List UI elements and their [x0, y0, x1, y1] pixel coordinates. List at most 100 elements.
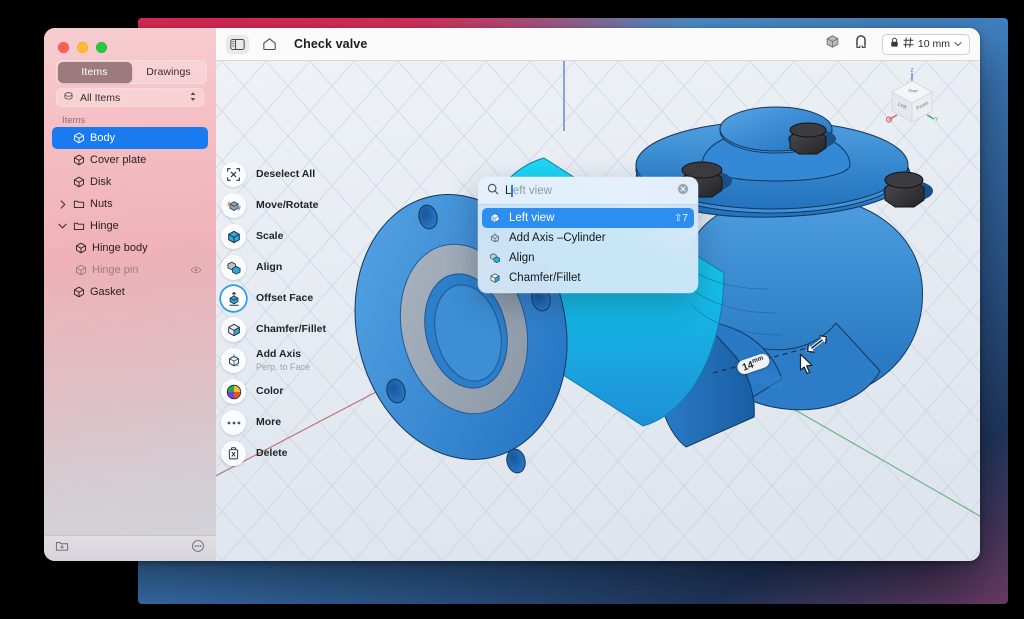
command-search-field[interactable]: Left view [478, 177, 698, 205]
tree-item-label: Cover plate [90, 154, 146, 166]
folder-icon [72, 220, 85, 233]
new-folder-icon[interactable] [55, 539, 69, 558]
all-items-label: All Items [80, 92, 183, 104]
command-result-add-axis-cylinder[interactable]: Add Axis –Cylinder [482, 228, 694, 248]
command-shortcut: ⇧7 [674, 213, 688, 224]
visibility-hidden-icon[interactable] [190, 264, 202, 276]
tool-label: Scale [256, 230, 283, 242]
deselect-all-icon [221, 162, 246, 187]
sidebar-tabs: Items Drawings [56, 60, 207, 84]
home-icon[interactable] [258, 35, 281, 54]
tree-item-hinge-body[interactable]: Hinge body [52, 237, 208, 259]
toolbar-right-group: 10 mm [825, 34, 970, 55]
tool-delete[interactable]: Delete [221, 438, 353, 469]
sidebar-toggle-icon[interactable] [226, 35, 249, 54]
twisty-expanded-icon[interactable] [58, 222, 67, 231]
tool-add-axis[interactable]: Add Axis Perp. to Face [221, 345, 353, 376]
tool-label: Deselect All [256, 168, 315, 180]
items-filter-icon [63, 91, 74, 105]
twisty-placeholder [58, 156, 67, 165]
tool-label-main: Add Axis [256, 348, 301, 360]
render-icon[interactable] [825, 34, 840, 54]
twisty-placeholder [58, 178, 67, 187]
tool-deselect-all[interactable]: Deselect All [221, 159, 353, 190]
tool-label: Add Axis Perp. to Face [256, 348, 310, 372]
magnet-icon[interactable] [854, 34, 868, 55]
axis-label-y: Y [935, 117, 939, 123]
close-button[interactable] [58, 42, 69, 53]
tree-item-cover-plate[interactable]: Cover plate [52, 149, 208, 171]
window-traffic-lights [58, 42, 107, 53]
tool-label: Chamfer/Fillet [256, 323, 326, 335]
align-icon [488, 252, 501, 265]
tree-item-label: Hinge pin [92, 264, 138, 276]
tool-label: Color [256, 385, 283, 397]
color-wheel-icon [221, 379, 246, 404]
tree-item-label: Hinge [90, 220, 119, 232]
move-rotate-icon [221, 193, 246, 218]
tool-offset-face[interactable]: Offset Face [221, 283, 353, 314]
command-result-label: Add Axis –Cylinder [509, 232, 606, 244]
3d-viewport[interactable]: Deselect All Move/Rotate Scale [216, 61, 980, 561]
tool-chamfer-fillet[interactable]: Chamfer/Fillet [221, 314, 353, 345]
app-toolbar: Check valve 10 [216, 28, 980, 61]
minimize-button[interactable] [77, 42, 88, 53]
scale-icon [221, 224, 246, 249]
tool-rail: Deselect All Move/Rotate Scale [221, 159, 353, 469]
cube-label-top: Top [906, 89, 918, 93]
add-axis-icon [221, 348, 246, 373]
tool-move-rotate[interactable]: Move/Rotate [221, 190, 353, 221]
command-palette[interactable]: Left view Left view ⇧7 [478, 177, 698, 293]
cube-icon [72, 132, 85, 145]
tool-more[interactable]: More [221, 407, 353, 438]
tool-scale[interactable]: Scale [221, 221, 353, 252]
tree-item-hinge[interactable]: Hinge [52, 215, 208, 237]
tool-color[interactable]: Color [221, 376, 353, 407]
tab-drawings[interactable]: Drawings [132, 62, 206, 83]
tree-item-nuts[interactable]: Nuts [52, 193, 208, 215]
items-tree: Body Cover plate Disk [52, 127, 208, 303]
clear-icon[interactable] [677, 182, 689, 200]
lock-icon [890, 37, 899, 51]
tab-items[interactable]: Items [58, 62, 132, 83]
all-items-filter[interactable]: All Items [56, 88, 204, 107]
unit-value: 10 mm [918, 38, 950, 50]
view-cube[interactable]: Z X Y Top Left Front [878, 67, 946, 135]
tree-item-body[interactable]: Body [52, 127, 208, 149]
tool-align[interactable]: Align [221, 252, 353, 283]
page-title: Check valve [294, 37, 367, 51]
sidebar-footer [44, 535, 216, 561]
unit-selector[interactable]: 10 mm [882, 34, 970, 55]
maximize-button[interactable] [96, 42, 107, 53]
tree-item-label: Body [90, 132, 115, 144]
tool-label: More [256, 416, 281, 428]
command-result-label: Left view [509, 212, 554, 224]
command-search-text: Left view [505, 185, 671, 197]
tree-item-hinge-pin[interactable]: Hinge pin [52, 259, 208, 281]
add-axis-cyl-icon [488, 232, 501, 245]
twisty-placeholder [58, 134, 67, 143]
offset-face-icon [221, 286, 246, 311]
tool-label: Move/Rotate [256, 199, 318, 211]
cube-icon [72, 176, 85, 189]
search-ghost-text: eft view [513, 185, 552, 197]
more-options-icon[interactable] [191, 539, 205, 558]
command-result-align[interactable]: Align [482, 248, 694, 268]
app-window: Items Drawings All Items Items [44, 28, 980, 561]
tree-item-label: Gasket [90, 286, 125, 298]
tree-item-disk[interactable]: Disk [52, 171, 208, 193]
chevron-down-icon [954, 38, 962, 50]
command-results-list: Left view ⇧7 Add Axis –Cylinder [478, 205, 698, 293]
tree-item-label: Nuts [90, 198, 113, 210]
dimension-unit: mm [751, 355, 764, 365]
cube-icon [72, 154, 85, 167]
command-result-chamfer-fillet[interactable]: Chamfer/Fillet [482, 268, 694, 288]
twisty-collapsed-icon[interactable] [58, 200, 67, 209]
tree-item-gasket[interactable]: Gasket [52, 281, 208, 303]
tool-label: Align [256, 261, 282, 273]
pointer-cursor [799, 353, 815, 375]
tree-section-header: Items [62, 115, 85, 126]
chamfer-fillet-icon [221, 317, 246, 342]
command-result-left-view[interactable]: Left view ⇧7 [482, 208, 694, 228]
main-area: Check valve 10 [216, 28, 980, 561]
